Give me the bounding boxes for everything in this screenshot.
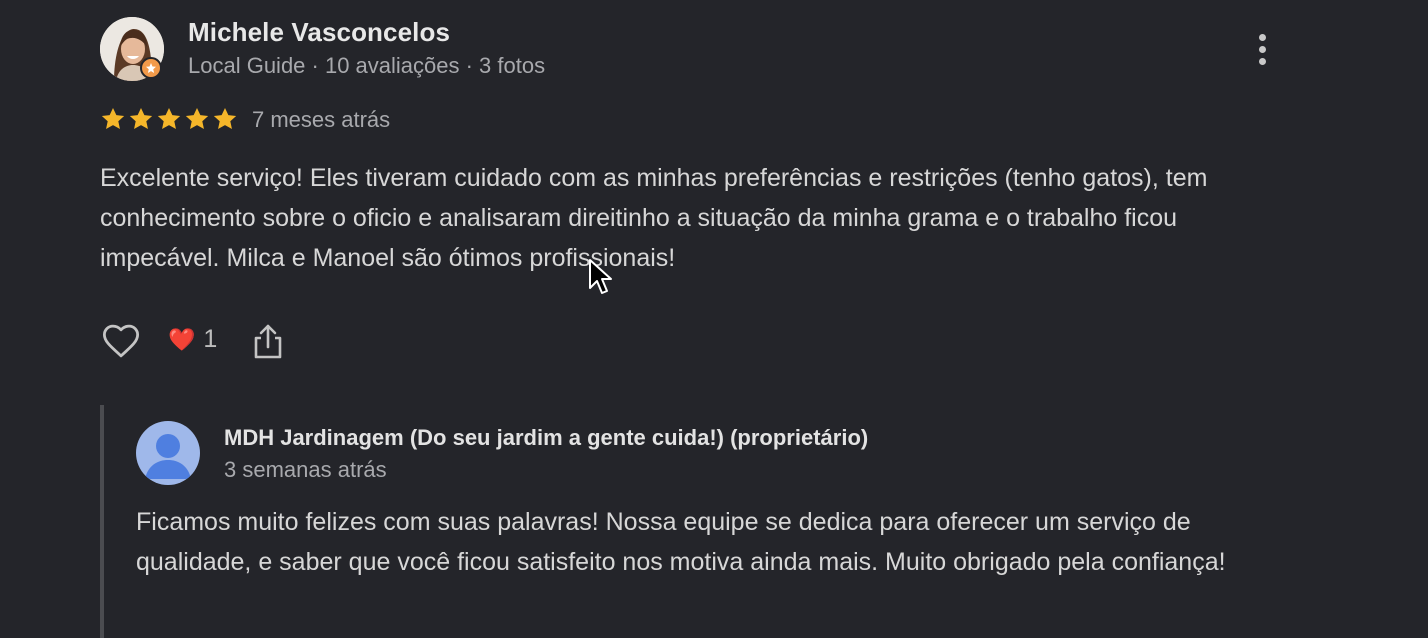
share-icon[interactable] [252,320,284,362]
reply-divider [100,405,104,638]
reaction-count: 1 [203,325,218,353]
review-date: 7 meses atrás [252,107,391,132]
star-icon [157,107,181,129]
menu-dot [1258,45,1266,53]
more-vert-icon[interactable] [1246,28,1278,70]
reviewer-meta[interactable]: Local Guide · 10 avaliações · 3 fotos [188,53,545,79]
star-icon [213,107,237,129]
heart-outline-icon[interactable] [100,320,142,362]
menu-dot [1258,33,1266,41]
star-icon [129,107,153,129]
star-icon [185,107,209,129]
reaction-summary[interactable]: ❤️ 1 [168,325,217,354]
reviewer-name[interactable]: Michele Vasconcelos [188,17,450,48]
menu-dot [1258,57,1266,65]
default-user-icon[interactable] [136,421,200,485]
review-text: Excelente serviço! Eles tiveram cuidado … [100,164,1208,272]
owner-reply-date: 3 semanas atrás [224,457,387,482]
owner-name: MDH Jardinagem (Do seu jardim a gente cu… [224,425,869,450]
owner-reply-text: Ficamos muito felizes com suas palavras!… [136,508,1226,576]
red-heart-icon: ❤️ [168,326,196,352]
review-card: Michele Vasconcelos Local Guide · 10 ava… [0,0,1428,638]
star-rating [100,106,238,132]
star-icon [101,107,125,129]
local-guide-star-icon [140,57,162,79]
